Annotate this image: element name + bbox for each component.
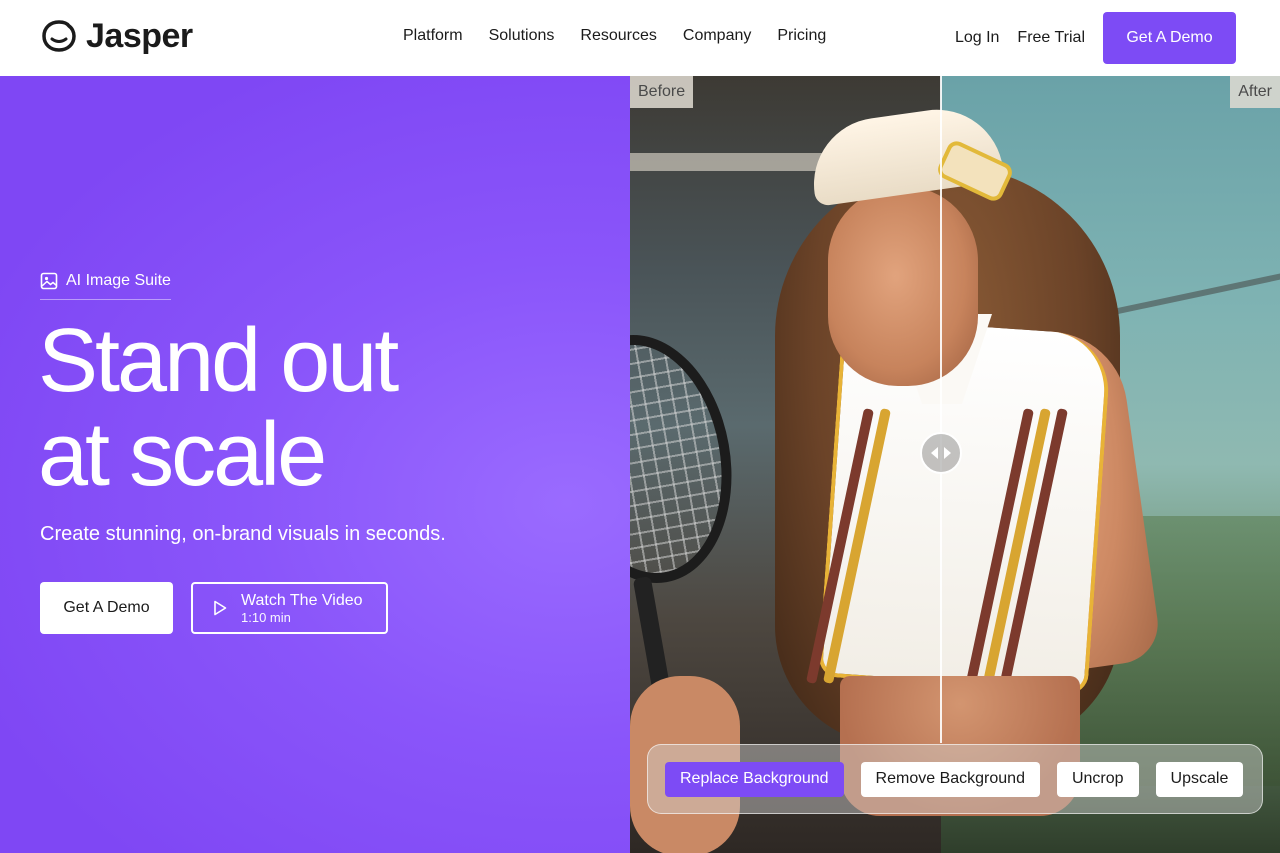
after-label: After — [1230, 76, 1280, 108]
headline-line-2: at scale — [38, 405, 327, 505]
image-tools-toolbar: Replace Background Remove Background Unc… — [647, 744, 1263, 814]
main-nav: Platform Solutions Resources Company Pri… — [403, 27, 826, 45]
remove-background-button[interactable]: Remove Background — [860, 761, 1040, 797]
nav-resources[interactable]: Resources — [580, 27, 656, 45]
play-icon — [214, 600, 227, 616]
watch-video-button[interactable]: Watch The Video 1:10 min — [191, 582, 388, 634]
headline-line-1: Stand out — [38, 311, 399, 411]
video-button-label: Watch The Video — [241, 591, 363, 609]
upscale-button[interactable]: Upscale — [1155, 761, 1244, 797]
top-navbar: Jasper Platform Solutions Resources Comp… — [0, 0, 1280, 76]
eyebrow-label: AI Image Suite — [66, 272, 171, 289]
nav-solutions[interactable]: Solutions — [489, 27, 555, 45]
get-demo-button[interactable]: Get A Demo — [40, 582, 173, 634]
hero-section: AI Image Suite Stand out at scale Create… — [0, 76, 630, 853]
nav-actions: Log In Free Trial Get A Demo — [955, 12, 1236, 64]
nav-company[interactable]: Company — [683, 27, 751, 45]
before-label: Before — [630, 76, 694, 108]
replace-background-button[interactable]: Replace Background — [665, 761, 844, 797]
arrows-left-right-icon — [931, 447, 951, 459]
brand-name: Jasper — [86, 17, 193, 55]
nav-pricing[interactable]: Pricing — [777, 27, 826, 45]
hero-subheadline: Create stunning, on-brand visuals in sec… — [40, 523, 446, 545]
get-demo-button-nav[interactable]: Get A Demo — [1103, 12, 1236, 64]
compare-slider-handle[interactable] — [920, 432, 962, 474]
face — [828, 186, 978, 386]
product-eyebrow[interactable]: AI Image Suite — [40, 272, 171, 300]
free-trial-link[interactable]: Free Trial — [1017, 29, 1085, 47]
uncrop-button[interactable]: Uncrop — [1056, 761, 1139, 797]
video-duration: 1:10 min — [241, 609, 291, 625]
before-after-compare: Before After Replace Background Remove B… — [630, 76, 1280, 853]
login-link[interactable]: Log In — [955, 29, 999, 47]
jasper-logo-icon — [42, 20, 76, 52]
nav-platform[interactable]: Platform — [403, 27, 463, 45]
hero-headline: Stand out at scale — [38, 314, 598, 502]
video-button-text: Watch The Video 1:10 min — [241, 591, 363, 625]
jasper-logo[interactable]: Jasper — [40, 19, 193, 53]
image-icon — [40, 272, 58, 290]
compare-divider[interactable] — [940, 76, 942, 743]
